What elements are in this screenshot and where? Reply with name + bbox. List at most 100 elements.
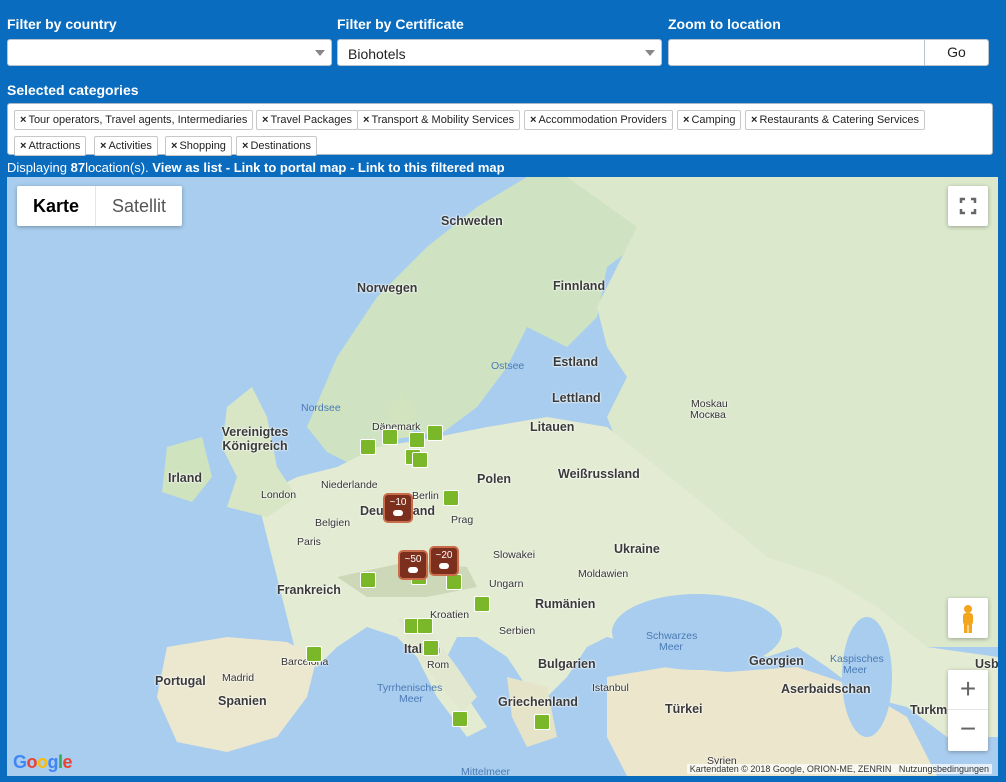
remove-icon[interactable]: × — [530, 114, 536, 126]
house-marker-icon[interactable] — [443, 490, 459, 506]
country-label: Litauen — [530, 420, 575, 434]
zoom-location-input[interactable] — [668, 39, 925, 66]
filter-certificate-label: Filter by Certificate — [337, 16, 464, 32]
house-marker-icon[interactable] — [474, 596, 490, 612]
house-marker-icon[interactable] — [452, 711, 468, 727]
city-label: Paris — [297, 536, 321, 548]
country-label: Schweden — [441, 214, 503, 228]
map-type-karte-button[interactable]: Karte — [17, 186, 97, 226]
categories-box: × Tour operators, Travel agents, Intermed… — [7, 103, 993, 156]
country-label: Ukraine — [614, 542, 660, 556]
cluster-marker[interactable]: ~50 — [398, 550, 428, 580]
remove-icon[interactable]: × — [20, 140, 26, 152]
zoom-in-button[interactable]: + — [948, 670, 988, 710]
city-label: Prag — [451, 514, 474, 526]
filtered-map-link[interactable]: Link to this filtered map — [358, 160, 505, 175]
country-select[interactable] — [7, 39, 332, 66]
category-chip[interactable]: × Restaurants & Catering Services — [745, 110, 926, 130]
dots-icon — [408, 567, 418, 573]
zoom-to-location-label: Zoom to location — [668, 16, 781, 32]
category-chip[interactable]: × Travel Packages — [256, 110, 358, 130]
country-label: Turkm — [910, 703, 948, 717]
cluster-marker[interactable]: ~20 — [429, 546, 459, 576]
house-marker-icon[interactable] — [534, 714, 550, 730]
results-info: Displaying 87location(s). View as list -… — [7, 160, 505, 175]
street-view-button[interactable] — [948, 598, 988, 638]
selected-categories-label: Selected categories — [7, 82, 139, 98]
sea-label: Ostsee — [491, 360, 525, 372]
category-chip[interactable]: × Activities — [94, 136, 158, 156]
country-label: Moldawien — [578, 568, 629, 580]
filter-country-label: Filter by country — [7, 16, 117, 32]
pegman-icon — [963, 605, 973, 633]
category-chip[interactable]: × Destinations — [236, 136, 317, 156]
terms-link[interactable]: Nutzungsbedingungen — [899, 764, 989, 774]
house-marker-icon[interactable] — [446, 574, 462, 590]
chevron-down-icon — [645, 50, 655, 56]
map-type-control: Karte Satellit — [17, 186, 183, 226]
country-label: Usb — [975, 657, 998, 671]
city-label: London — [261, 489, 297, 501]
house-marker-icon[interactable] — [382, 429, 398, 445]
fullscreen-button[interactable] — [948, 186, 988, 226]
go-button[interactable]: Go — [924, 39, 989, 66]
country-label: Serbien — [499, 625, 536, 637]
remove-icon[interactable]: × — [751, 114, 757, 126]
house-marker-icon[interactable] — [423, 640, 439, 656]
category-chip[interactable]: × Transport & Mobility Services — [357, 110, 521, 130]
country-label: Vereinigtes Königreich — [221, 425, 289, 453]
country-label: Rumänien — [535, 597, 596, 611]
remove-icon[interactable]: × — [100, 140, 106, 152]
country-label: Ungarn — [489, 578, 524, 590]
house-marker-icon[interactable] — [360, 572, 376, 588]
house-marker-icon[interactable] — [360, 439, 376, 455]
city-label: Москва — [690, 409, 726, 421]
country-label: Estland — [553, 355, 599, 369]
country-label: Bulgarien — [538, 657, 596, 671]
zoom-control: + − — [948, 670, 988, 751]
category-chip[interactable]: × Attractions — [14, 136, 87, 156]
category-chip[interactable]: × Shopping — [165, 136, 232, 156]
country-label: Belgien — [315, 517, 351, 529]
city-label: Madrid — [222, 672, 255, 684]
view-as-list-link[interactable]: View as list — [152, 160, 222, 175]
category-chip[interactable]: × Accommodation Providers — [524, 110, 673, 130]
category-chip[interactable]: × Camping — [677, 110, 742, 130]
map-canvas[interactable]: Schweden Finnland Norwegen Estland Lettl… — [7, 177, 998, 776]
zoom-out-button[interactable]: − — [948, 710, 988, 750]
country-label: Finnland — [553, 279, 606, 293]
remove-icon[interactable]: × — [242, 140, 248, 152]
sea-label: Meer — [399, 693, 423, 705]
country-label: Norwegen — [357, 281, 418, 295]
house-marker-icon[interactable] — [412, 452, 428, 468]
map-type-satellit-button[interactable]: Satellit — [96, 186, 182, 226]
cluster-marker[interactable]: ~10 — [383, 493, 413, 523]
country-label: Frankreich — [277, 583, 341, 597]
house-marker-icon[interactable] — [409, 432, 425, 448]
country-label: Niederlande — [321, 479, 378, 491]
chevron-down-icon — [315, 50, 325, 56]
remove-icon[interactable]: × — [171, 140, 177, 152]
house-marker-icon[interactable] — [306, 646, 322, 662]
house-marker-icon[interactable] — [427, 425, 443, 441]
city-label: Rom — [427, 659, 450, 671]
country-label: Georgien — [749, 654, 804, 668]
sea-label: Nordsee — [301, 402, 341, 414]
certificate-select[interactable]: Biohotels — [337, 39, 662, 66]
location-count: 87 — [70, 160, 86, 175]
category-chip[interactable]: × Tour operators, Travel agents, Intermed… — [14, 110, 254, 130]
remove-icon[interactable]: × — [20, 114, 26, 126]
country-label: Aserbaidschan — [781, 682, 871, 696]
country-label: Slowakei — [493, 549, 536, 561]
sea-label: Meer — [843, 664, 867, 676]
dots-icon — [439, 563, 449, 569]
country-label: Türkei — [665, 702, 703, 716]
house-marker-icon[interactable] — [417, 618, 433, 634]
remove-icon[interactable]: × — [262, 114, 268, 126]
dots-icon — [393, 510, 403, 516]
remove-icon[interactable]: × — [683, 114, 689, 126]
google-logo: Google — [13, 752, 73, 772]
country-label: Polen — [477, 472, 512, 486]
portal-map-link[interactable]: Link to portal map — [234, 160, 347, 175]
remove-icon[interactable]: × — [363, 114, 369, 126]
